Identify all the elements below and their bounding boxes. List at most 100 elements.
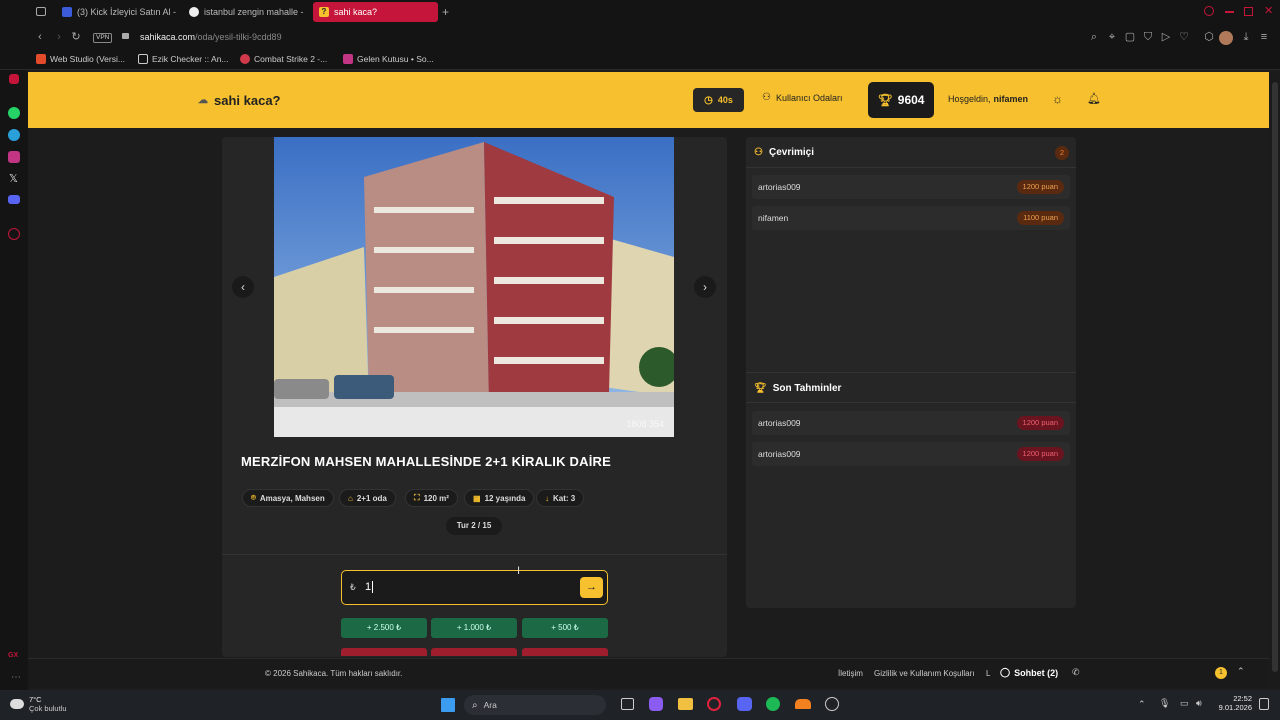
chip-label: 12 yaşında xyxy=(484,493,526,503)
bookmark-instagram-inbox[interactable]: Gelen Kutusu • So... xyxy=(343,54,434,64)
bookmark-combat-strike[interactable]: Combat Strike 2 -... xyxy=(240,54,327,64)
bookmark-web-studio[interactable]: Web Studio (Versi... xyxy=(36,54,125,64)
submit-guess-button[interactable]: → xyxy=(580,577,603,598)
privacy-link[interactable]: Gizlilik ve Kullanım Koşulları xyxy=(874,669,974,678)
section-divider xyxy=(746,372,1076,373)
maximize-button[interactable] xyxy=(1244,7,1253,16)
close-window-button[interactable]: ✕ xyxy=(1264,4,1273,17)
instagram-icon[interactable] xyxy=(8,151,20,163)
notification-count-badge[interactable]: 1 xyxy=(1215,667,1227,679)
back-icon[interactable]: ‹ xyxy=(34,31,46,43)
recent-guesses-header: 🏆︎ Son Tahminler xyxy=(754,383,841,394)
welcome-username: nifamen xyxy=(993,94,1029,104)
download-icon[interactable]: ⤓ xyxy=(1240,31,1252,43)
address-bar-row: ‹ › ↻ VPN sahikaca.com/oda/yesil-tilki-9… xyxy=(0,25,1280,50)
add-2500-button[interactable]: + 2.500 ₺ xyxy=(341,618,427,638)
tab-google[interactable]: istanbul zengin mahalle - xyxy=(183,2,308,22)
search-tabs-icon[interactable] xyxy=(1204,6,1214,16)
more-icon[interactable]: ⋯ xyxy=(11,672,21,683)
tab-kick[interactable]: (3) Kick İzleyici Satın Al - 7 xyxy=(56,2,176,22)
contact-link[interactable]: İletişim xyxy=(838,669,863,678)
bookmark-label: Combat Strike 2 -... xyxy=(254,54,328,64)
steam-icon[interactable] xyxy=(825,697,839,711)
guess-input[interactable]: 1 xyxy=(365,581,374,593)
tray-chevron-icon[interactable]: ⌃ xyxy=(1138,699,1146,710)
welcome-label: Hoşgeldin, xyxy=(948,94,991,104)
opera-gx-icon[interactable] xyxy=(707,697,721,711)
reload-icon[interactable]: ↻ xyxy=(70,31,82,43)
question-icon: ? xyxy=(319,7,329,17)
extensions-icon[interactable]: ⬡ xyxy=(1203,31,1215,43)
users-icon: ⚇ xyxy=(754,147,763,158)
microphone-icon[interactable]: 🎙︎ xyxy=(1159,698,1170,709)
site-logo[interactable]: ☁ sahi kaca? xyxy=(198,93,281,108)
discord-icon[interactable] xyxy=(8,195,20,204)
cloudflare-icon[interactable] xyxy=(795,699,811,709)
volume-icon[interactable]: 🔊︎ xyxy=(1196,698,1202,709)
guess-input-box[interactable]: ₺ 1 → xyxy=(341,570,608,605)
scrollbar-thumb[interactable] xyxy=(1272,82,1278,672)
screenshot-icon[interactable]: ▢ xyxy=(1124,31,1136,43)
heart-icon[interactable]: ♡ xyxy=(1178,31,1190,43)
vpn-badge[interactable]: VPN xyxy=(93,33,113,43)
notifications-bell-icon[interactable]: 🔔︎ xyxy=(1087,92,1101,105)
theme-toggle-icon[interactable]: ☼ xyxy=(1052,92,1063,106)
listing-photo: 1808 354 xyxy=(274,137,674,437)
section-divider xyxy=(746,402,1076,403)
forward-icon[interactable]: › xyxy=(53,31,65,43)
listing-title: MERZİFON MAHSEN MAHALLESİNDE 2+1 KİRALIK… xyxy=(241,454,611,469)
start-button[interactable] xyxy=(441,698,455,712)
bookmark-label: Gelen Kutusu • So... xyxy=(357,54,434,64)
copilot-icon[interactable] xyxy=(649,697,663,711)
profile-avatar[interactable] xyxy=(1219,31,1233,45)
file-explorer-icon[interactable] xyxy=(678,698,693,710)
document-icon xyxy=(138,54,148,64)
score-badge[interactable]: 🏆︎ 9604 xyxy=(868,82,934,118)
play-icon[interactable]: ▷ xyxy=(1160,31,1172,43)
url-field[interactable]: sahikaca.com/oda/yesil-tilki-9cdd89 xyxy=(140,32,282,42)
taskbar-search[interactable]: ⌕ Ara xyxy=(464,695,606,715)
clock-icon[interactable] xyxy=(8,228,20,240)
whatsapp-icon[interactable] xyxy=(8,107,20,119)
task-view-icon[interactable] xyxy=(621,698,634,710)
new-tab-button[interactable]: + xyxy=(442,5,449,19)
user-name: artorias009 xyxy=(758,449,801,459)
next-photo-button[interactable]: › xyxy=(694,276,716,298)
subtract-button[interactable] xyxy=(431,648,517,656)
user-name: artorias009 xyxy=(758,418,801,428)
aria-icon[interactable] xyxy=(9,74,19,84)
discord-icon[interactable] xyxy=(737,697,752,711)
bookmark-label: Web Studio (Versi... xyxy=(50,54,125,64)
add-1000-button[interactable]: + 1.000 ₺ xyxy=(431,618,517,638)
subtract-button[interactable] xyxy=(522,648,608,656)
user-rooms-button[interactable]: ⚇ Kullanıcı Odaları xyxy=(762,92,843,103)
zoom-icon[interactable]: ⌕ xyxy=(1088,31,1100,43)
phone-icon[interactable]: ✆ xyxy=(1072,667,1080,678)
user-score: 1100 puan xyxy=(1017,211,1064,225)
chevron-up-icon[interactable]: ⌃ xyxy=(1237,666,1245,677)
chat-button[interactable]: ◯ Sohbet (2) xyxy=(1000,667,1058,678)
add-500-button[interactable]: + 500 ₺ xyxy=(522,618,608,638)
chat-label: Sohbet (2) xyxy=(1014,667,1059,678)
network-icon[interactable]: ▭ xyxy=(1180,698,1189,709)
footer-separator: L xyxy=(986,669,991,678)
minimize-button[interactable] xyxy=(1225,11,1234,13)
subtract-button[interactable] xyxy=(341,648,427,656)
page-scrollbar[interactable] xyxy=(1270,72,1280,688)
menu-icon[interactable]: ≡ xyxy=(1258,31,1270,43)
bookmark-ezik-checker[interactable]: Ezik Checker :: An... xyxy=(138,54,229,64)
snapshot-icon[interactable]: ⌖ xyxy=(1106,31,1118,43)
tab-sahikaca[interactable]: ? sahi kaca? xyxy=(313,2,438,22)
weather-widget[interactable]: 7°C Çok bulutlu xyxy=(10,695,67,713)
shield-icon[interactable]: ⛉ xyxy=(1142,31,1154,43)
x-icon[interactable]: 𝕏 xyxy=(9,172,18,185)
clock[interactable]: 22:52 9.01.2026 xyxy=(1214,694,1252,712)
notification-center-icon[interactable] xyxy=(1259,698,1269,710)
telegram-icon[interactable] xyxy=(8,129,20,141)
tab-manager-icon[interactable] xyxy=(36,7,46,16)
panel-divider xyxy=(222,554,727,555)
gx-icon[interactable]: GX xyxy=(8,652,18,659)
prev-photo-button[interactable]: ‹ xyxy=(232,276,254,298)
spotify-icon[interactable] xyxy=(766,697,780,711)
recent-guess-row: artorias009 1200 puan xyxy=(752,442,1070,466)
